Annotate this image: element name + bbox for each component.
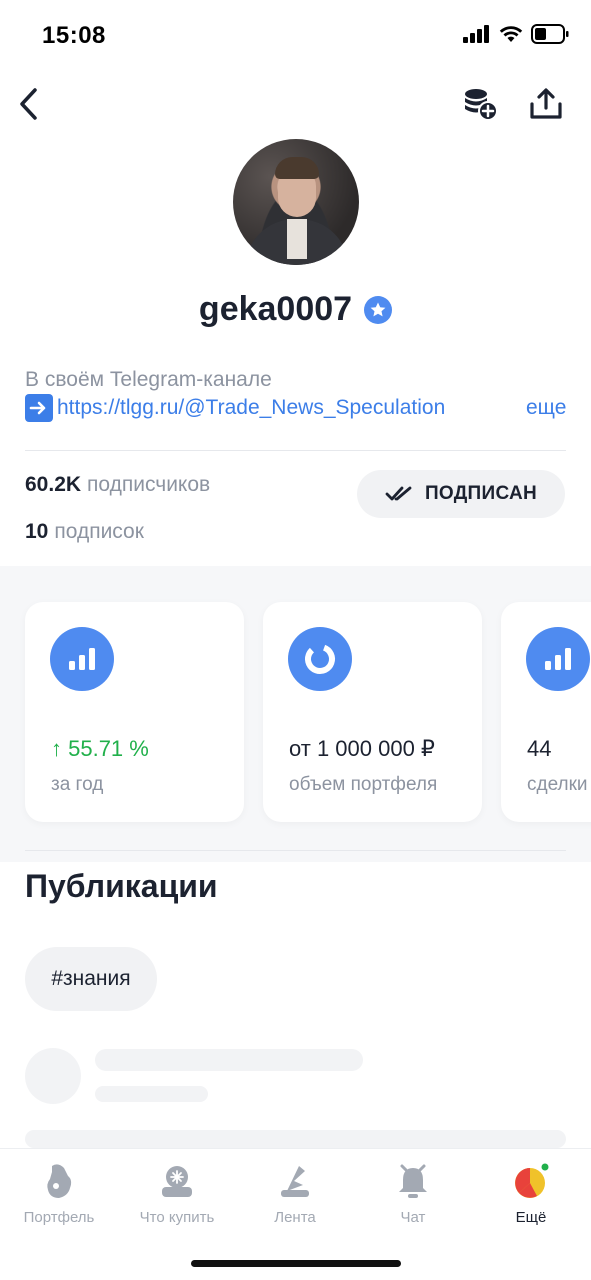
bio-text: В своём Telegram-канале <box>25 368 272 391</box>
tab-label: Лента <box>274 1209 316 1226</box>
verified-badge-icon <box>364 295 393 324</box>
share-icon <box>530 88 562 119</box>
following-label: подписок <box>54 520 144 543</box>
status-time: 15:08 <box>42 22 106 49</box>
subscribed-label: ПОДПИСАН <box>424 483 538 504</box>
followers-stat[interactable]: 60.2K подписчиков <box>25 473 210 497</box>
subscribed-button[interactable]: ПОДПИСАН <box>357 470 565 518</box>
back-button[interactable] <box>10 84 46 124</box>
cellular-signal-icon <box>463 25 489 43</box>
bio-link-row: https://tlgg.ru/@Trade_News_Speculation … <box>25 394 570 422</box>
profile-bio: В своём Telegram-канале https://tlgg.ru/… <box>25 366 570 422</box>
portfolio-size-value: от 1 000 000 ₽ <box>289 736 435 761</box>
bar-chart-icon <box>526 627 590 691</box>
what-to-buy-icon <box>157 1161 197 1201</box>
stat-card-trades[interactable]: 44 сделки <box>501 602 591 822</box>
tab-label: Чат <box>400 1209 426 1226</box>
avatar-shirt <box>287 219 307 259</box>
trades-value: 44 <box>527 736 552 761</box>
tab-label: Портфель <box>23 1209 95 1226</box>
tag-chip[interactable]: #знания <box>25 947 157 1011</box>
bio-link[interactable]: https://tlgg.ru/@Trade_News_Speculation <box>57 394 512 422</box>
publications-title: Публикации <box>25 868 218 904</box>
skeleton-line <box>95 1086 208 1102</box>
coins-plus-icon <box>465 89 498 121</box>
portfolio-size-caption: объем портфеля <box>289 774 438 795</box>
more-icon <box>511 1161 551 1201</box>
right-arrow-emoji-icon <box>25 394 53 422</box>
stats-cards-carousel[interactable]: ↑ 55.71 % за год от 1 000 000 ₽ объем по… <box>0 566 591 862</box>
username-row: geka0007 <box>0 290 591 329</box>
followers-count: 60.2K <box>25 473 82 496</box>
wifi-icon <box>499 26 523 42</box>
avatar-hair <box>275 157 319 179</box>
skeleton-line <box>95 1049 363 1071</box>
bio-more-link[interactable]: еще <box>526 394 566 422</box>
avatar[interactable] <box>233 139 359 265</box>
tab-feed[interactable]: Лента <box>236 1161 354 1231</box>
home-indicator[interactable] <box>191 1260 401 1267</box>
bar-chart-icon <box>50 627 114 691</box>
chevron-left-icon <box>20 88 37 120</box>
yearly-return-value: ↑ 55.71 % <box>51 736 149 761</box>
yearly-return-caption: за год <box>51 774 104 795</box>
battery-icon <box>531 24 569 44</box>
tab-more[interactable]: Ещё <box>472 1161 590 1231</box>
double-check-icon <box>385 486 412 501</box>
tab-chat[interactable]: Чат <box>354 1161 472 1231</box>
portfolio-icon <box>39 1161 79 1201</box>
tab-portfolio[interactable]: Портфель <box>0 1161 118 1231</box>
feed-icon <box>275 1161 315 1201</box>
status-icons <box>463 24 569 44</box>
following-count: 10 <box>25 520 49 543</box>
tab-label: Что купить <box>139 1209 215 1226</box>
status-bar: 15:08 <box>0 0 591 70</box>
nav-bar <box>0 80 591 130</box>
divider <box>25 450 566 451</box>
donut-chart-icon <box>288 627 352 691</box>
skeleton-line <box>25 1130 566 1148</box>
tab-what-to-buy[interactable]: Что купить <box>118 1161 236 1231</box>
chat-bell-icon <box>393 1161 433 1201</box>
skeleton-avatar <box>25 1048 81 1104</box>
share-button[interactable] <box>526 84 566 124</box>
trades-caption: сделки <box>527 774 588 795</box>
add-coins-button[interactable] <box>460 84 500 124</box>
stat-card-yearly-return[interactable]: ↑ 55.71 % за год <box>25 602 244 822</box>
divider <box>25 850 566 851</box>
username: geka0007 <box>198 290 353 328</box>
following-stat[interactable]: 10 подписок <box>25 520 144 544</box>
stat-card-portfolio-size[interactable]: от 1 000 000 ₽ объем портфеля <box>263 602 482 822</box>
tab-label: Ещё <box>515 1209 547 1226</box>
followers-label: подписчиков <box>87 473 211 496</box>
